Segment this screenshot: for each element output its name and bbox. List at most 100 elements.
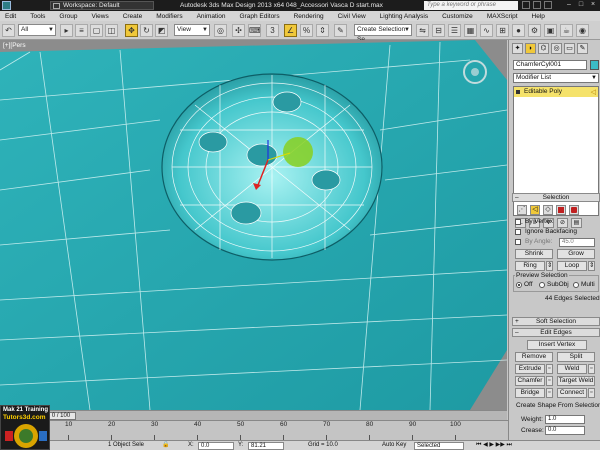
preview-off-radio[interactable] [516,282,522,288]
bridge-button[interactable]: Bridge [515,388,545,398]
extrude-settings-icon[interactable]: ▫ [546,364,553,374]
menu-modifiers[interactable]: Modifiers [151,13,182,20]
ring-spinner[interactable]: ⇕ [546,261,553,271]
menu-group[interactable]: Group [54,13,77,20]
ring-button[interactable]: Ring [515,261,545,271]
ignore-backfacing-checkbox[interactable] [515,229,521,235]
weld-button[interactable]: Weld [557,364,587,374]
menu-views[interactable]: Views [86,13,108,20]
insert-vertex-button[interactable]: Insert Vertex [527,340,587,350]
angle-spinner[interactable]: 45.0 [559,238,595,247]
playback-controls[interactable]: ⏮ ◀ ▶ ▶▶ ⏭ [476,442,512,450]
menu-animation[interactable]: Animation [192,13,226,20]
soft-selection-rollout-header[interactable]: + Soft Selection [512,317,600,326]
menu-graph-editors[interactable]: Graph Editors [235,13,280,20]
star-icon[interactable] [533,1,541,9]
render-iterative-icon[interactable]: ◉ [576,24,589,37]
percent-snap-icon[interactable]: % [300,24,313,37]
menu-maxscript[interactable]: MAXScript [482,13,518,20]
pivot-center-icon[interactable]: ◎ [214,24,227,37]
by-angle-checkbox[interactable] [515,239,521,245]
y-coordinate-field[interactable]: 81.21 [248,442,284,450]
reference-coordinate-dropdown[interactable]: View ▼ [174,24,210,36]
rotate-icon[interactable]: ↻ [140,24,153,37]
weld-settings-icon[interactable]: ▫ [588,364,595,374]
hierarchy-tab-icon[interactable]: ⌬ [538,43,549,54]
menu-tools[interactable]: Tools [25,13,45,20]
render-setup-icon[interactable]: ⚙ [528,24,541,37]
object-name-field[interactable]: ChamferCyl001 [513,60,587,70]
border-level-icon[interactable]: ◇ [543,205,553,215]
curve-editor-icon[interactable]: ∿ [480,24,493,37]
time-slider[interactable]: 0 / 100 [0,410,507,420]
material-editor-icon[interactable]: ● [512,24,525,37]
mirror-icon[interactable]: ⇋ [416,24,429,37]
display-tab-icon[interactable]: ▭ [564,43,575,54]
keyboard-shortcut-icon[interactable]: ⌨ [248,24,261,37]
graphite-ribbon-icon[interactable]: ▦ [464,24,477,37]
selection-rollout-header[interactable]: – Selection [512,193,600,202]
modifier-list-dropdown[interactable]: Modifier List ▼ [513,73,599,83]
menu-rendering[interactable]: Rendering [289,13,324,20]
chamfer-settings-icon[interactable]: ▫ [546,376,553,386]
menu-customize[interactable]: Customize [437,13,473,20]
rendered-frame-icon[interactable]: ▣ [544,24,557,37]
scale-icon[interactable]: ◩ [155,24,168,37]
align-icon[interactable]: ⊟ [432,24,445,37]
select-manipulate-icon[interactable]: ✣ [232,24,245,37]
lightbulb-icon[interactable] [516,90,520,94]
app-logo-icon[interactable] [2,1,11,10]
render-production-icon[interactable]: ☕ [560,24,573,37]
auto-key-button[interactable]: Auto Key [382,442,406,450]
window-crossing-icon[interactable]: ◫ [105,24,118,37]
x-coordinate-field[interactable]: 0.0 [198,442,234,450]
minimize-icon[interactable]: – [563,0,575,10]
viewport-label[interactable]: [+][Pers [3,42,26,49]
lock-icon[interactable]: 🔒 [162,442,169,450]
chamfer-button[interactable]: Chamfer [515,376,545,386]
menu-lighting-analysis[interactable]: Lighting Analysis [375,13,428,20]
vertex-level-icon[interactable]: ⋰ [517,205,527,215]
connect-settings-icon[interactable]: ▫ [588,388,595,398]
bridge-settings-icon[interactable]: ▫ [546,388,553,398]
split-button[interactable]: Split [557,352,595,362]
menu-civil-view[interactable]: Civil View [333,13,366,20]
weight-spinner[interactable]: 1.0 [545,415,585,424]
undo-icon[interactable]: ↶ [2,24,15,37]
edit-named-selection-icon[interactable]: ✎ [334,24,347,37]
spinner-snap-icon[interactable]: ⇕ [316,24,329,37]
select-by-name-icon[interactable]: ≡ [75,24,88,37]
angle-snap-icon[interactable]: ∠ [284,24,297,37]
rect-selection-icon[interactable]: ▢ [90,24,103,37]
time-slider-thumb[interactable]: 0 / 100 [46,412,76,420]
by-vertex-checkbox[interactable] [515,219,521,225]
extrude-button[interactable]: Extrude [515,364,545,374]
object-color-swatch[interactable] [590,60,599,70]
pin-icon[interactable]: ◁ [591,88,596,98]
polygon-level-icon[interactable] [556,205,566,215]
select-object-icon[interactable]: ▸ [60,24,73,37]
perspective-viewport[interactable]: [+][Pers [0,40,507,410]
named-selection-dropdown[interactable]: Create Selection Se ▼ [354,24,412,43]
menu-help[interactable]: Help [527,13,545,20]
create-shape-label[interactable]: Create Shape From Selection [516,402,600,409]
menu-edit[interactable]: Edit [0,13,16,20]
motion-tab-icon[interactable]: ◎ [551,43,562,54]
move-icon[interactable]: ✥ [125,24,138,37]
viewport-scene[interactable] [0,40,507,410]
selection-filter-dropdown[interactable]: All ▼ [18,24,56,36]
remove-modifier-icon[interactable]: ⊘ [557,218,568,228]
preview-multi-radio[interactable] [573,282,579,288]
edit-edges-rollout-header[interactable]: – Edit Edges [512,328,600,337]
track-bar[interactable]: 10 20 30 40 50 60 70 80 90 100 [46,420,508,440]
help-icon[interactable] [544,1,552,9]
shrink-button[interactable]: Shrink [515,249,553,259]
loop-spinner[interactable]: ⇕ [588,261,595,271]
grow-button[interactable]: Grow [557,249,595,259]
edge-level-icon[interactable]: ◁ [530,205,540,215]
loop-button[interactable]: Loop [557,261,587,271]
maximize-icon[interactable]: □ [575,0,587,10]
element-level-icon[interactable] [569,205,579,215]
crease-spinner[interactable]: 0.0 [545,426,585,435]
schematic-view-icon[interactable]: ⊞ [496,24,509,37]
